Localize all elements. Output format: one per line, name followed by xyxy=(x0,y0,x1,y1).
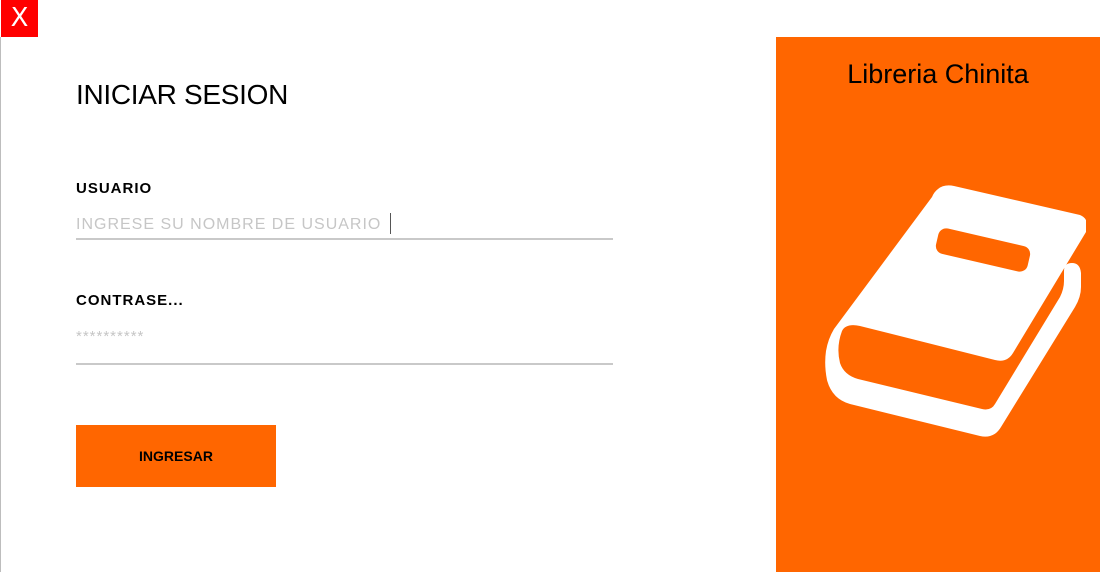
username-input[interactable] xyxy=(76,214,613,236)
password-input[interactable] xyxy=(76,326,613,346)
brand-panel: Libreria Chinita xyxy=(776,37,1100,572)
text-cursor xyxy=(390,213,391,234)
ingresar-button[interactable]: INGRESAR xyxy=(76,425,276,487)
password-label: CONTRASE... xyxy=(76,292,184,309)
password-underline xyxy=(76,363,613,365)
book-icon xyxy=(825,185,1086,437)
close-button[interactable]: X xyxy=(1,0,38,37)
username-label: USUARIO xyxy=(76,180,153,197)
brand-title: Libreria Chinita xyxy=(847,59,1029,89)
page-title: INICIAR SESION xyxy=(76,79,289,110)
window-left-border xyxy=(0,37,1,572)
login-window: X INICIAR SESION USUARIO CONTRASE... ING… xyxy=(0,0,1100,572)
username-underline xyxy=(76,238,613,240)
